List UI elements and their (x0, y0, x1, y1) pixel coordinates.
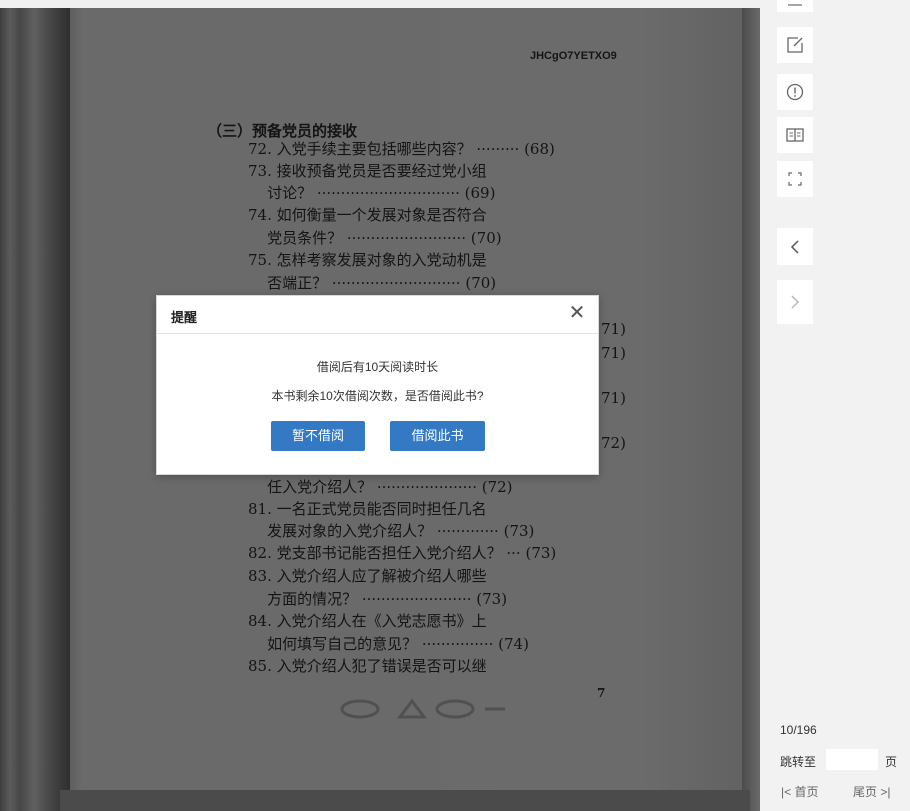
toc-line: 否端正？ ··························· (70) (248, 274, 497, 292)
toc-line: 72) (601, 434, 626, 452)
toc-line: 71) (601, 320, 626, 338)
toc-line: 82. 党支部书记能否担任入党介绍人？ ··· (73) (248, 544, 557, 562)
toc-line: 83. 入党介绍人应了解被介绍人哪些 (248, 567, 487, 585)
reading-duration-text: 借阅后有10天阅读时长 (316, 360, 439, 374)
book-view-icon[interactable] (777, 117, 813, 153)
toc-line: 81. 一名正式党员能否同时担任几名 (248, 500, 487, 518)
toc-line: 方面的情况？ ······················· (73) (248, 590, 508, 608)
comment-icon[interactable] (777, 0, 813, 12)
toc-line: 71) (601, 389, 626, 407)
borrow-reminder-dialog: 提醒 ✕ 借阅后有10天阅读时长 本书剩余10次借阅次数，是否借阅此书? 暂不借… (156, 295, 599, 475)
book-code: JHCgO7YETXO9 (530, 50, 617, 62)
toc-line: 73. 接收预备党员是否要经过党小组 (248, 162, 487, 180)
toc-line: 发展对象的入党介绍人？ ············· (73) (248, 522, 535, 540)
close-icon[interactable]: ✕ (566, 302, 588, 324)
top-strip (0, 0, 760, 8)
jump-to-label: 跳转至 (780, 755, 817, 769)
toc-line: 如何填写自己的意见？ ··············· (74) (248, 635, 529, 653)
dialog-header: 提醒 ✕ (157, 296, 598, 334)
toc-line: 72. 入党手续主要包括哪些内容？ ········· (68) (248, 140, 555, 158)
report-icon[interactable] (777, 74, 813, 110)
last-page-button[interactable]: 尾页 >| (853, 783, 890, 800)
toc-line: 84. 入党介绍人在《入党志愿书》上 (248, 612, 487, 630)
toc-line: 党员条件？ ························· (70) (248, 229, 502, 247)
borrow-count-text: 本书剩余10次借阅次数，是否借阅此书? (271, 389, 484, 403)
page-number: 7 (597, 686, 606, 700)
book-spine (0, 8, 72, 811)
stamp-mark (340, 698, 505, 719)
prev-page-icon[interactable] (777, 228, 813, 265)
first-page-button[interactable]: |< 首页 (781, 783, 818, 800)
page-counter: 10/196 (780, 723, 817, 737)
page-edge (742, 8, 760, 811)
page-bottom-shadow (60, 790, 750, 811)
edit-note-icon[interactable] (777, 27, 813, 63)
section-title: （三）预备党员的接收 (207, 122, 358, 140)
next-page-icon[interactable] (777, 280, 813, 324)
toc-line: 讨论？ ······························ (69) (248, 184, 496, 202)
jump-page-input[interactable] (826, 749, 878, 770)
toc-line: 任入党介绍人？ ····················· (72) (248, 478, 513, 496)
decline-borrow-button[interactable]: 暂不借阅 (271, 421, 365, 451)
borrow-book-button[interactable]: 借阅此书 (390, 421, 485, 451)
dialog-title: 提醒 (171, 310, 198, 325)
toc-line: 85. 入党介绍人犯了错误是否可以继 (248, 657, 487, 675)
toc-line: 74. 如何衡量一个发展对象是否符合 (248, 206, 487, 224)
fullscreen-icon[interactable] (777, 161, 813, 197)
toc-line: 71) (601, 344, 626, 362)
toc-line: 75. 怎样考察发展对象的入党动机是 (248, 251, 487, 269)
page-unit-label: 页 (885, 755, 898, 769)
